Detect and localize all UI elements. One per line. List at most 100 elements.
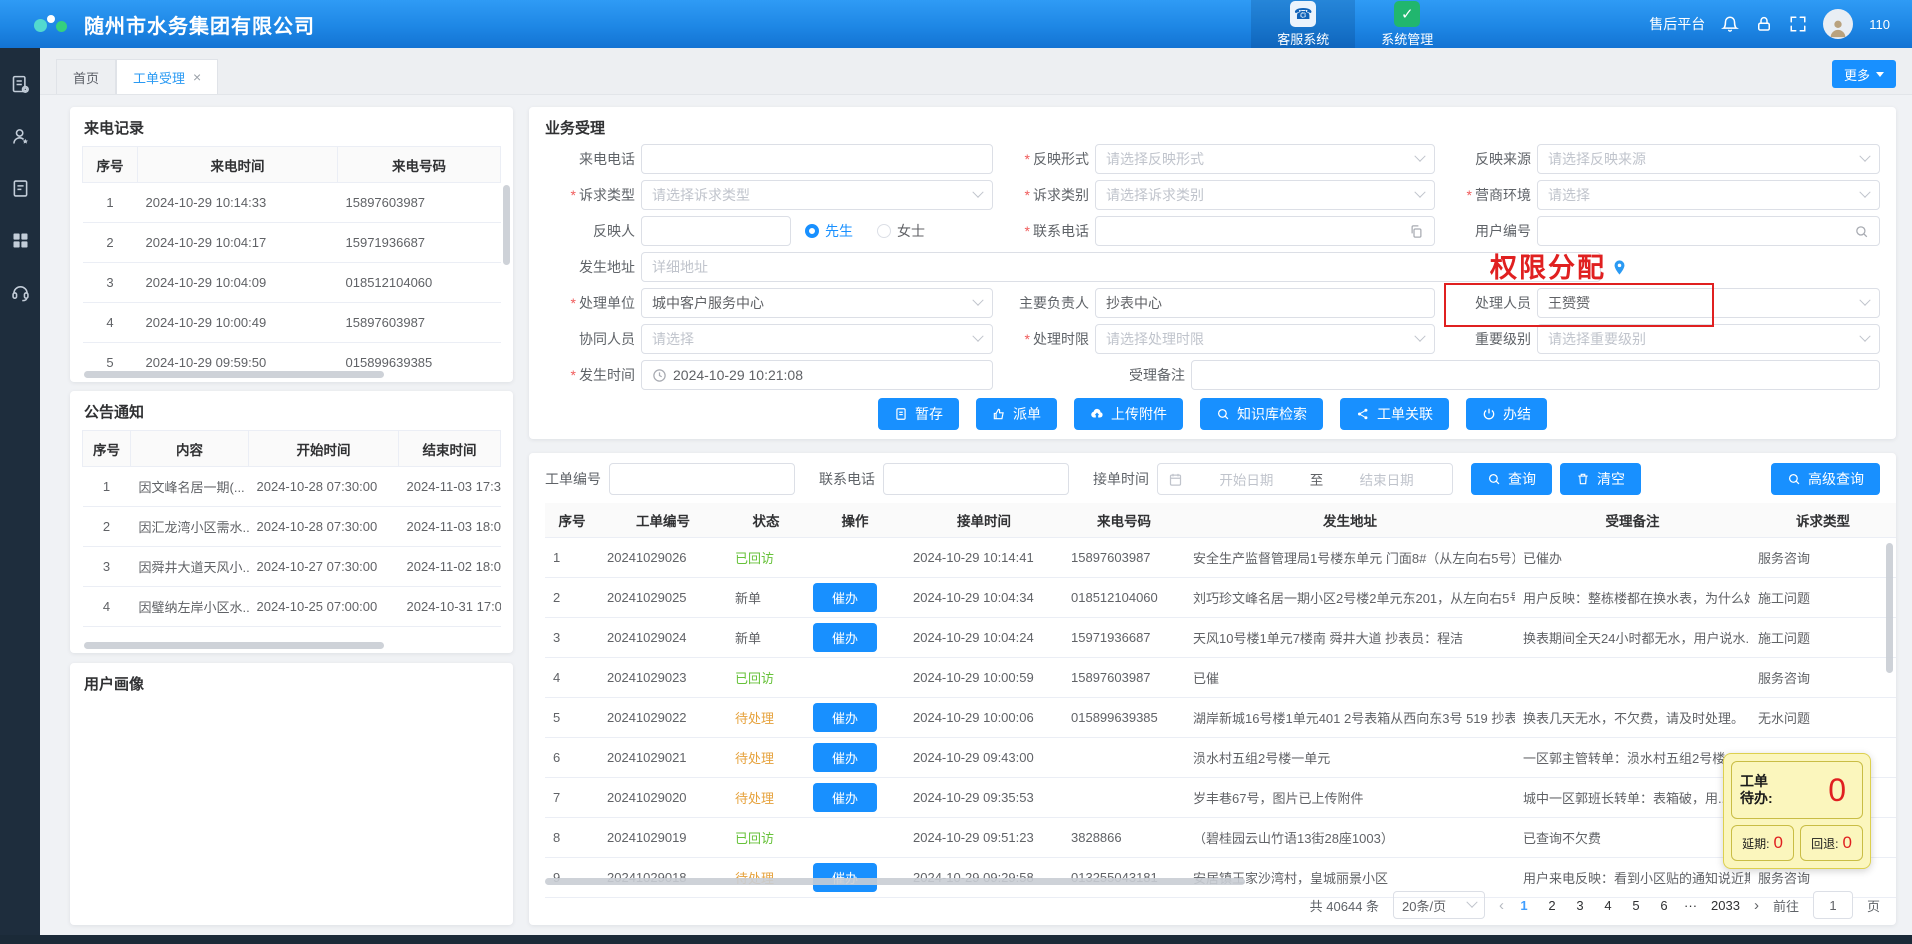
page-size-select[interactable]: 20条/页 bbox=[1393, 891, 1485, 919]
order-no-link[interactable]: 20241029025 bbox=[599, 577, 727, 617]
urge-button[interactable]: 催办 bbox=[813, 703, 877, 732]
save-draft-button[interactable]: 暂存 bbox=[878, 398, 959, 430]
last-page-number[interactable]: 2033 bbox=[1711, 898, 1740, 913]
order-no-link[interactable]: 20241029019 bbox=[599, 817, 727, 857]
search-icon[interactable] bbox=[1854, 224, 1869, 239]
todo-popup[interactable]: 工单 待办: 0 延期: 0 回退: 0 bbox=[1723, 753, 1871, 869]
nav-tab-system-mgmt[interactable]: ✓ 系统管理 bbox=[1355, 0, 1459, 48]
lock-icon[interactable] bbox=[1755, 15, 1773, 33]
accept-note-input[interactable] bbox=[1191, 360, 1880, 390]
location-pin-icon[interactable] bbox=[1611, 259, 1628, 276]
contact-phone-input[interactable] bbox=[1095, 216, 1435, 246]
todo-main-box: 工单 待办: 0 bbox=[1731, 761, 1863, 819]
sidebar-item-workorder-config-icon[interactable] bbox=[10, 74, 31, 95]
prev-page-icon[interactable]: ‹ bbox=[1499, 897, 1504, 914]
company-logo-icon bbox=[34, 11, 74, 37]
hscrollbar-thumb[interactable] bbox=[84, 642, 384, 649]
tab-home[interactable]: 首页 bbox=[56, 59, 116, 94]
order-no-link[interactable]: 20241029018 bbox=[599, 857, 727, 897]
back-box: 回退: 0 bbox=[1800, 825, 1863, 861]
dispatch-button[interactable]: 派单 bbox=[976, 398, 1057, 430]
appeal-type-select[interactable]: 请选择诉求类型 bbox=[641, 180, 993, 210]
date-range-picker[interactable]: 开始日期 至 结束日期 bbox=[1157, 463, 1453, 495]
call-record-row[interactable]: 2 2024-10-29 10:04:17 15971936687 bbox=[83, 223, 501, 263]
urge-button[interactable]: 催办 bbox=[813, 583, 877, 612]
call-record-row[interactable]: 4 2024-10-29 10:00:49 15897603987 bbox=[83, 303, 501, 343]
handle-limit-select[interactable]: 请选择处理时限 bbox=[1095, 324, 1435, 354]
vscrollbar-thumb[interactable] bbox=[503, 185, 510, 265]
reflect-form-select[interactable]: 请选择反映形式 bbox=[1095, 144, 1435, 174]
page-number[interactable]: 2 bbox=[1546, 898, 1558, 913]
order-no-link[interactable]: 20241029023 bbox=[599, 657, 727, 697]
nav-tab-customer-service[interactable]: ☎ 客服系统 bbox=[1251, 0, 1355, 48]
hscrollbar-thumb[interactable] bbox=[84, 371, 384, 378]
call-record-row[interactable]: 1 2024-10-29 10:14:33 15897603987 bbox=[83, 183, 501, 223]
page-number[interactable]: 6 bbox=[1658, 898, 1670, 913]
urge-button[interactable]: 催办 bbox=[813, 783, 877, 812]
announcement-row[interactable]: 1 因文峰名居一期(... 2024-10-28 07:30:00 2024-1… bbox=[83, 467, 501, 507]
close-icon[interactable]: × bbox=[193, 70, 201, 84]
urge-button[interactable]: 催办 bbox=[813, 863, 877, 892]
urge-button[interactable]: 催办 bbox=[813, 743, 877, 772]
link-workorder-button[interactable]: 工单关联 bbox=[1340, 398, 1449, 430]
order-no-link[interactable]: 20241029026 bbox=[599, 537, 727, 577]
announcement-row[interactable]: 4 因璧纳左岸小区水... 2024-10-25 07:00:00 2024-1… bbox=[83, 587, 501, 627]
main-leader-input[interactable]: 抄表中心 bbox=[1095, 288, 1435, 318]
occur-time-input[interactable]: 2024-10-29 10:21:08 bbox=[641, 360, 993, 390]
search-button[interactable]: 查询 bbox=[1471, 463, 1552, 495]
after-sale-link[interactable]: 售后平台 bbox=[1649, 14, 1705, 34]
goto-page-input[interactable] bbox=[1813, 891, 1853, 919]
announcement-row[interactable]: 3 因舜井大道天风小... 2024-10-27 07:30:00 2024-1… bbox=[83, 547, 501, 587]
fullscreen-icon[interactable] bbox=[1789, 15, 1807, 33]
call-record-row[interactable]: 3 2024-10-29 10:04:09 018512104060 bbox=[83, 263, 501, 303]
phone-query-input[interactable] bbox=[883, 463, 1069, 495]
query-bar: 工单编号 联系电话 接单时间 开始日期 至 结束日期 查询 bbox=[529, 453, 1896, 503]
tab-work-order[interactable]: 工单受理 × bbox=[116, 59, 218, 94]
finish-button[interactable]: 办结 bbox=[1466, 398, 1547, 430]
gender-male-radio[interactable]: 先生 bbox=[805, 221, 853, 241]
page-number[interactable]: 5 bbox=[1630, 898, 1642, 913]
page-number[interactable]: 3 bbox=[1574, 898, 1586, 913]
reflect-source-select[interactable]: 请选择反映来源 bbox=[1537, 144, 1880, 174]
address-input[interactable]: 详细地址 bbox=[641, 252, 1601, 282]
co-worker-select[interactable]: 请选择 bbox=[641, 324, 993, 354]
gender-female-radio[interactable]: 女士 bbox=[877, 221, 925, 241]
urge-button[interactable]: 催办 bbox=[813, 623, 877, 652]
announcement-row[interactable]: 2 因汇龙湾小区需水... 2024-10-28 07:30:00 2024-1… bbox=[83, 507, 501, 547]
order-no-query-input[interactable] bbox=[609, 463, 795, 495]
sidebar-item-customer-icon[interactable] bbox=[10, 126, 31, 147]
order-no-link[interactable]: 20241029021 bbox=[599, 737, 727, 777]
handle-unit-select[interactable]: 城中客户服务中心 bbox=[641, 288, 993, 318]
copy-icon[interactable] bbox=[1409, 224, 1424, 239]
page-number[interactable]: 4 bbox=[1602, 898, 1614, 913]
footer-strip bbox=[0, 935, 1912, 944]
appeal-class-select[interactable]: 请选择诉求类别 bbox=[1095, 180, 1435, 210]
reflect-person-input[interactable] bbox=[641, 216, 791, 246]
more-button[interactable]: 更多 bbox=[1832, 60, 1896, 88]
page-number[interactable]: 1 bbox=[1518, 898, 1530, 913]
order-no-link[interactable]: 20241029022 bbox=[599, 697, 727, 737]
advanced-search-button[interactable]: 高级查询 bbox=[1771, 463, 1880, 495]
chevron-down-icon bbox=[1859, 295, 1870, 306]
sidebar-item-records-icon[interactable] bbox=[10, 178, 31, 199]
clear-button[interactable]: 清空 bbox=[1560, 463, 1641, 495]
order-no-link[interactable]: 20241029020 bbox=[599, 777, 727, 817]
biz-env-select[interactable]: 请选择 bbox=[1537, 180, 1880, 210]
page-ellipsis[interactable]: ··· bbox=[1684, 898, 1697, 913]
hscrollbar-thumb[interactable] bbox=[545, 878, 1245, 885]
next-page-icon[interactable]: › bbox=[1754, 897, 1759, 914]
sidebar-item-apps-icon[interactable] bbox=[10, 230, 31, 251]
knowledge-search-button[interactable]: 知识库检索 bbox=[1200, 398, 1323, 430]
importance-select[interactable]: 请选择重要级别 bbox=[1537, 324, 1880, 354]
vscrollbar-thumb[interactable] bbox=[1886, 543, 1893, 673]
sidebar-item-headset-icon[interactable] bbox=[10, 282, 31, 303]
avatar[interactable] bbox=[1823, 9, 1853, 39]
status-badge: 已回访 bbox=[735, 551, 774, 566]
bell-icon[interactable] bbox=[1721, 15, 1739, 33]
handler-select[interactable]: 王赟赟 bbox=[1537, 288, 1880, 318]
order-no-link[interactable]: 20241029024 bbox=[599, 617, 727, 657]
upload-attachment-button[interactable]: 上传附件 bbox=[1074, 398, 1183, 430]
call-phone-input[interactable] bbox=[641, 144, 993, 174]
user-no-input[interactable] bbox=[1537, 216, 1880, 246]
order-row: 6 20241029021 待处理 催办 2024-10-29 09:43:00… bbox=[545, 737, 1896, 777]
